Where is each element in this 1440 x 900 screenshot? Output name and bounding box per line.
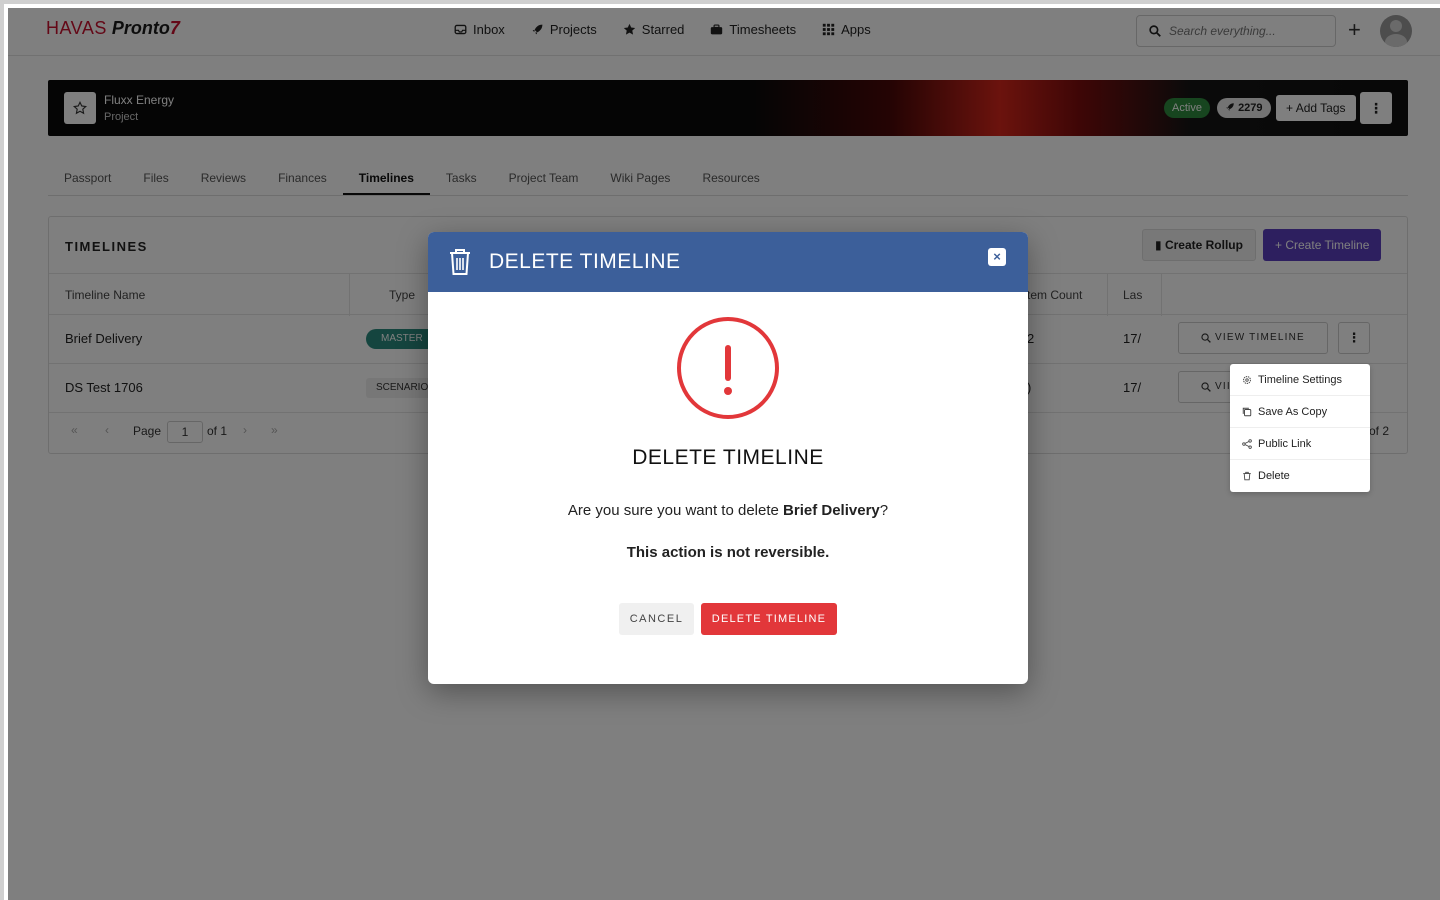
modal-title: DELETE TIMELINE (489, 250, 681, 273)
confirm-message-prefix: Are you sure you want to delete (567, 502, 784, 519)
trash-icon (1243, 471, 1251, 481)
delete-timeline-button[interactable]: DELETE TIMELINE (701, 603, 837, 635)
warning-icon (677, 317, 779, 419)
menu-delete-label: Delete (1258, 470, 1290, 482)
irreversible-warning: This action is not reversible. (626, 544, 830, 561)
menu-public-link-label: Public Link (1258, 437, 1312, 450)
share-icon (1242, 438, 1252, 449)
menu-timeline-settings-label: Timeline Settings (1258, 373, 1342, 386)
close-button[interactable]: × (988, 248, 1006, 266)
menu-save-as-copy[interactable]: Save As Copy (1230, 396, 1370, 428)
row-context-menu: Timeline Settings Save As Copy Public Li… (1230, 364, 1370, 492)
confirm-message-target: Brief Delivery (783, 502, 880, 519)
app-page: HAVAS Pronto7 Inbox Projects Starred Tim… (0, 0, 1440, 900)
delete-timeline-modal: DELETE TIMELINE × DELETE TIMELINE Are yo… (428, 232, 1028, 684)
modal-header: DELETE TIMELINE × (428, 232, 1028, 292)
cancel-button[interactable]: CANCEL (619, 603, 694, 635)
menu-delete[interactable]: Delete (1230, 460, 1370, 492)
menu-save-as-copy-label: Save As Copy (1258, 405, 1328, 418)
gear-icon (1243, 375, 1251, 384)
menu-public-link[interactable]: Public Link (1230, 428, 1370, 460)
trash-icon (450, 249, 470, 275)
copy-icon (1242, 407, 1252, 416)
confirm-message: Are you sure you want to delete Brief De… (428, 502, 1028, 519)
menu-timeline-settings[interactable]: Timeline Settings (1230, 364, 1370, 396)
warning-icon-dot (724, 387, 732, 395)
confirm-message-suffix: ? (879, 502, 889, 519)
modal-heading: DELETE TIMELINE (632, 446, 824, 469)
warning-icon-bar (725, 345, 731, 381)
